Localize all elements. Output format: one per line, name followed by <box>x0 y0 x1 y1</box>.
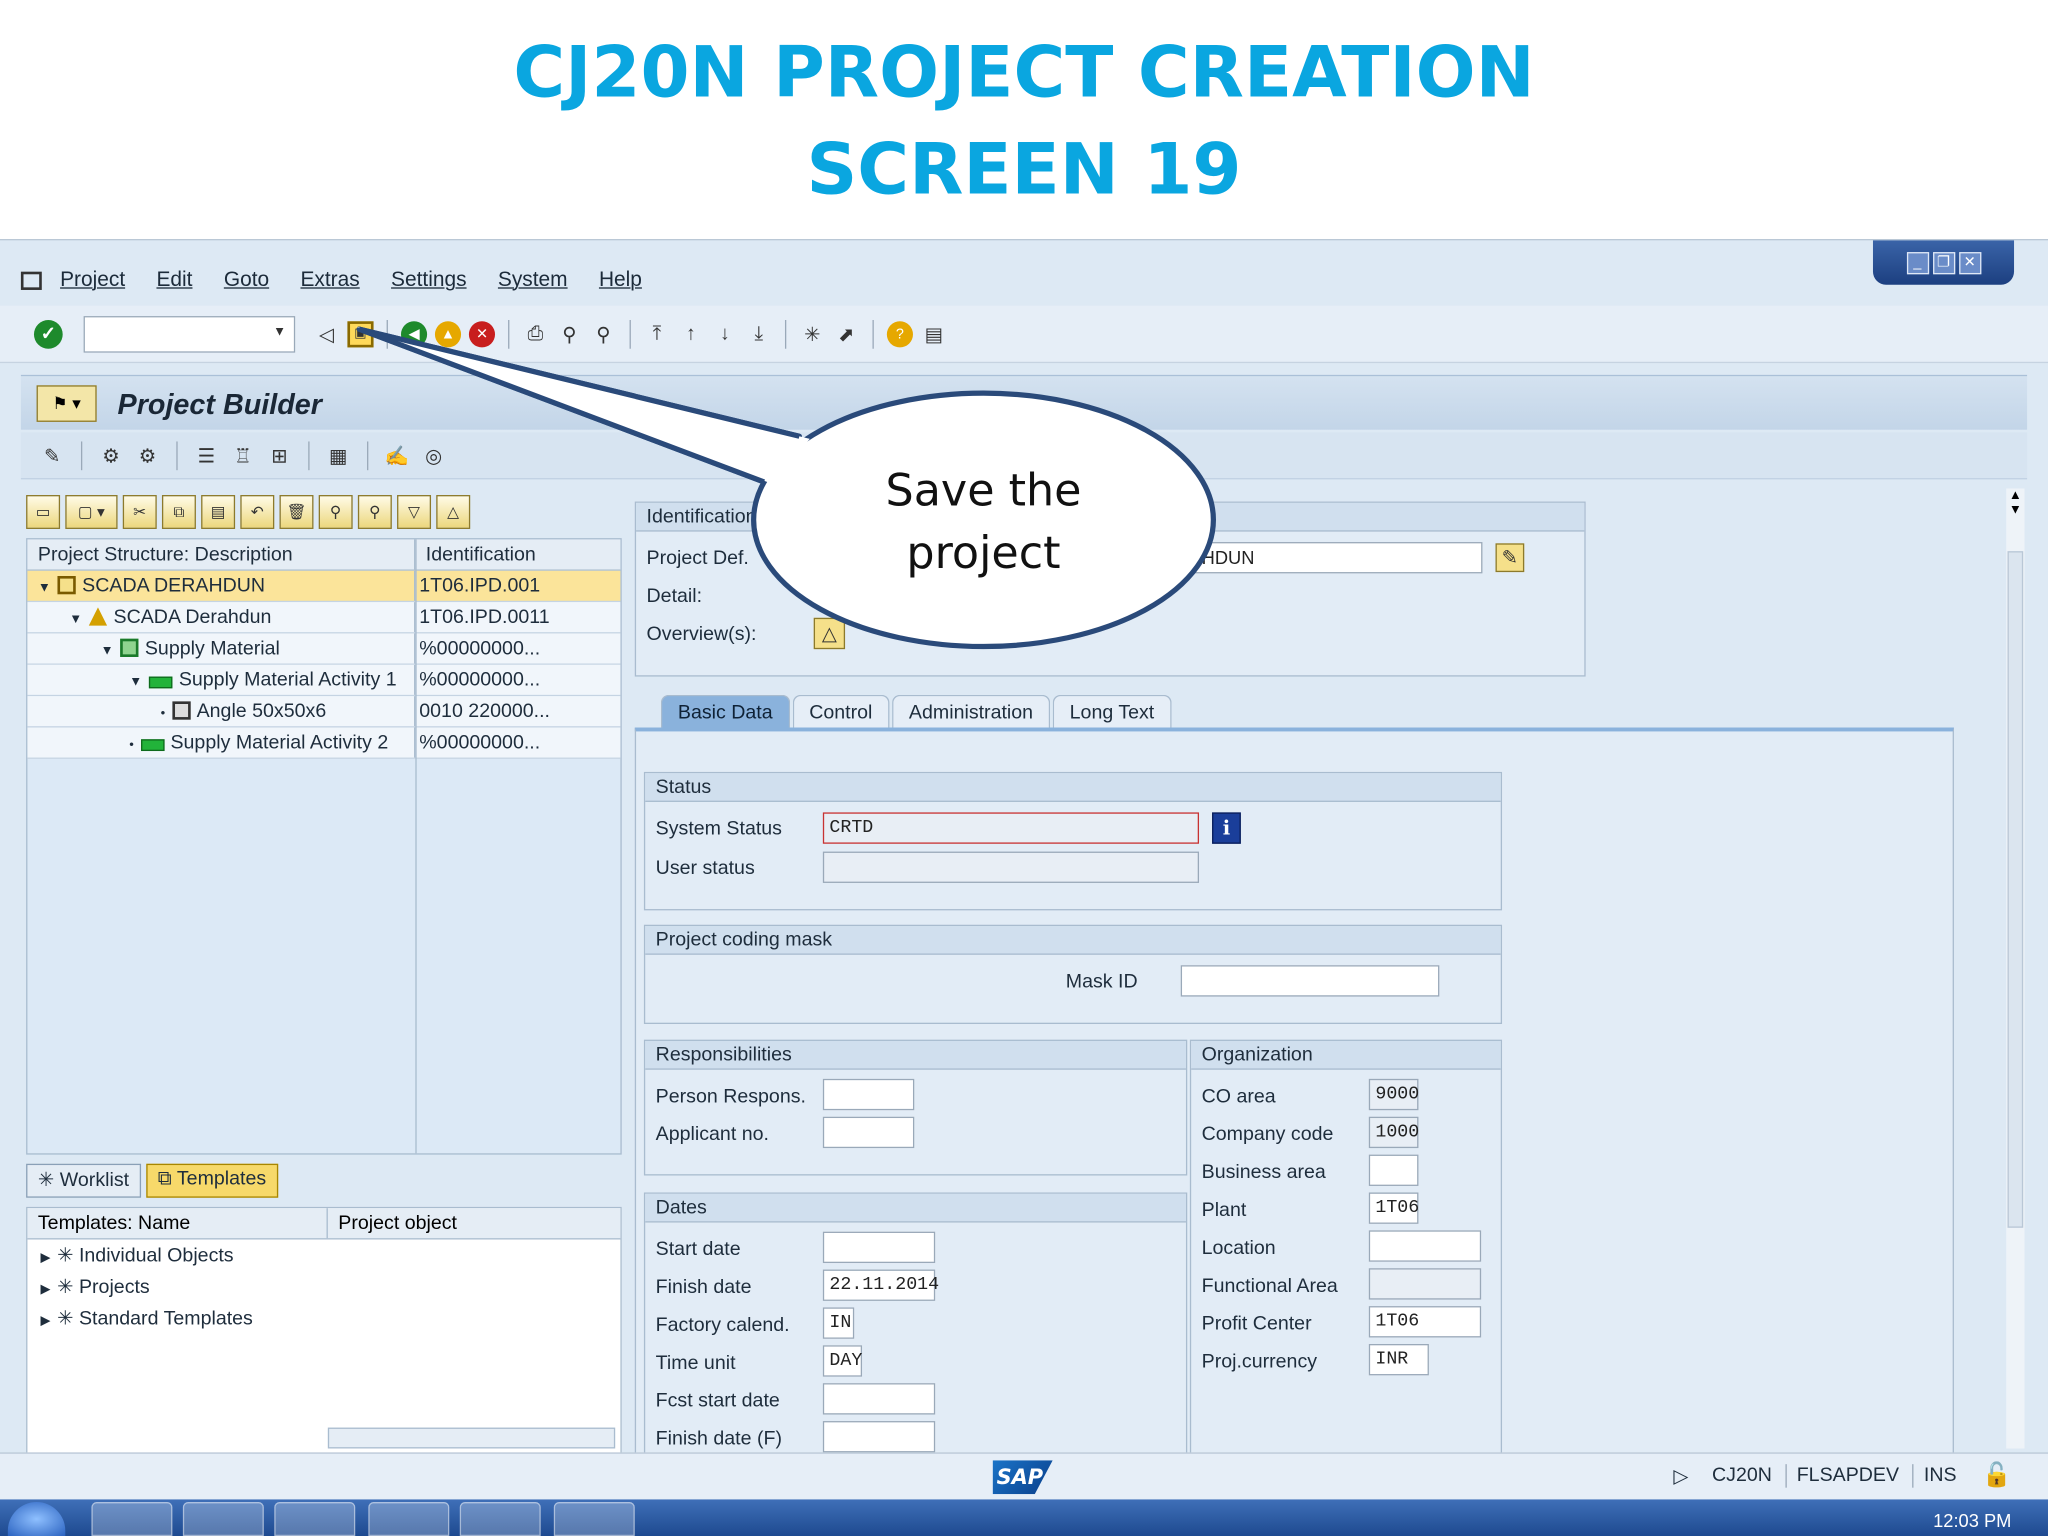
lock-icon[interactable]: 🔓 <box>1982 1462 2011 1489</box>
status-triangle-icon[interactable]: ▷ <box>1663 1464 1688 1487</box>
sap-taskbar-icon[interactable] <box>459 1502 541 1536</box>
media-taskbar-icon[interactable] <box>274 1502 356 1536</box>
status-items: ▷ CJ20N FLSAPDEV INS <box>1663 1464 1957 1488</box>
taskbar-clock: 12:03 PM <box>1933 1509 2012 1531</box>
sap-window: _ ❐ ✕ Project Edit Goto Extras Settings … <box>0 239 2048 1500</box>
callout-bubble <box>355 326 1216 650</box>
sap-logo: SAP <box>992 1460 1053 1495</box>
powerpoint-taskbar-icon[interactable] <box>553 1502 635 1536</box>
chrome-taskbar-icon[interactable] <box>368 1502 450 1536</box>
taskbar: 12:03 PM <box>0 1499 2048 1536</box>
callout-text: Save the project <box>771 460 1197 585</box>
transaction-code[interactable]: CJ20N <box>1702 1464 1772 1488</box>
slide: CJ20N PROJECT CREATION SCREEN 19 _ ❐ ✕ P… <box>0 0 2048 1536</box>
callout-line2: project <box>906 527 1061 580</box>
callout-line1: Save the <box>885 464 1082 518</box>
slide-title-line1: CJ20N PROJECT CREATION <box>513 31 1535 114</box>
input-mode[interactable]: INS <box>1912 1464 1957 1488</box>
status-bar: SAP ▷ CJ20N FLSAPDEV INS 🔓 <box>0 1452 2048 1500</box>
system-name: FLSAPDEV <box>1784 1464 1899 1488</box>
start-button[interactable] <box>7 1502 66 1536</box>
explorer-taskbar-icon[interactable] <box>182 1502 264 1536</box>
ie-taskbar-icon[interactable] <box>91 1502 173 1536</box>
slide-title-line2: SCREEN 19 <box>806 127 1242 211</box>
